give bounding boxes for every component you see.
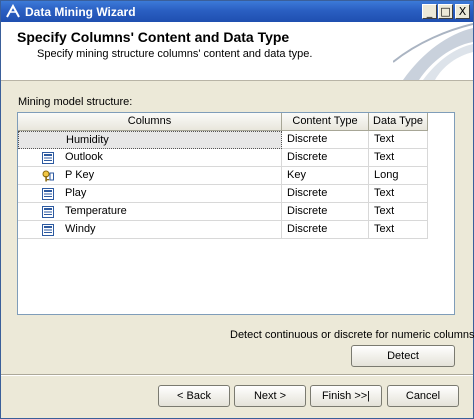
data-type-cell[interactable]: Long xyxy=(369,167,428,185)
column-name[interactable]: Windy xyxy=(18,221,282,239)
page-title: Specify Columns' Content and Data Type xyxy=(17,29,290,45)
table-row[interactable]: Temperature Discrete Text xyxy=(18,203,428,221)
content-type-cell[interactable]: Discrete xyxy=(282,149,369,167)
grid-header: Columns Content Type Data Type xyxy=(18,113,454,131)
header-content-type[interactable]: Content Type xyxy=(282,113,369,131)
finish-button[interactable]: Finish >>| xyxy=(310,385,382,407)
table-row[interactable]: P Key Key Long xyxy=(18,167,428,185)
mining-structure-label: Mining model structure: xyxy=(18,96,133,108)
title-bar[interactable]: Data Mining Wizard _ □ X xyxy=(1,1,473,22)
content-type-cell[interactable]: Discrete xyxy=(282,203,369,221)
wizard-swoosh-icon xyxy=(393,23,473,80)
data-type-cell[interactable]: Text xyxy=(369,221,428,239)
columns-grid[interactable]: Columns Content Type Data Type Humidity … xyxy=(17,112,455,315)
header-data-type[interactable]: Data Type xyxy=(369,113,428,131)
content-type-cell[interactable]: Discrete xyxy=(282,221,369,239)
footer-divider xyxy=(1,374,473,376)
table-row[interactable]: Windy Discrete Text xyxy=(18,221,428,239)
content-type-cell[interactable]: Key xyxy=(282,167,369,185)
next-button[interactable]: Next > xyxy=(234,385,306,407)
window-title: Data Mining Wizard xyxy=(25,5,136,19)
data-type-cell[interactable]: Text xyxy=(369,131,428,149)
table-row[interactable]: Outlook Discrete Text xyxy=(18,149,428,167)
page-subtitle: Specify mining structure columns' conten… xyxy=(37,48,313,60)
wizard-header: Specify Columns' Content and Data Type S… xyxy=(1,22,473,81)
column-name[interactable]: Play xyxy=(18,185,282,203)
wizard-window: Data Mining Wizard _ □ X Specify Columns… xyxy=(0,0,474,419)
column-name[interactable]: Outlook xyxy=(18,149,282,167)
table-row[interactable]: Play Discrete Text xyxy=(18,185,428,203)
data-type-cell[interactable]: Text xyxy=(369,149,428,167)
minimize-button[interactable]: _ xyxy=(422,4,437,19)
column-name[interactable]: Temperature xyxy=(18,203,282,221)
content-type-cell[interactable]: Discrete xyxy=(282,131,369,149)
maximize-button[interactable]: □ xyxy=(438,4,453,19)
column-name[interactable]: Humidity xyxy=(18,131,282,149)
data-type-cell[interactable]: Text xyxy=(369,185,428,203)
back-button[interactable]: < Back xyxy=(158,385,230,407)
detect-button[interactable]: Detect xyxy=(351,345,455,367)
column-name[interactable]: P Key xyxy=(18,167,282,185)
header-columns[interactable]: Columns xyxy=(18,113,282,131)
detect-label: Detect continuous or discrete for numeri… xyxy=(230,329,474,341)
wizard-app-icon xyxy=(6,4,20,18)
table-row[interactable]: Humidity Discrete Text xyxy=(18,131,428,149)
close-button[interactable]: X xyxy=(455,4,470,19)
cancel-button[interactable]: Cancel xyxy=(387,385,459,407)
content-type-cell[interactable]: Discrete xyxy=(282,185,369,203)
data-type-cell[interactable]: Text xyxy=(369,203,428,221)
